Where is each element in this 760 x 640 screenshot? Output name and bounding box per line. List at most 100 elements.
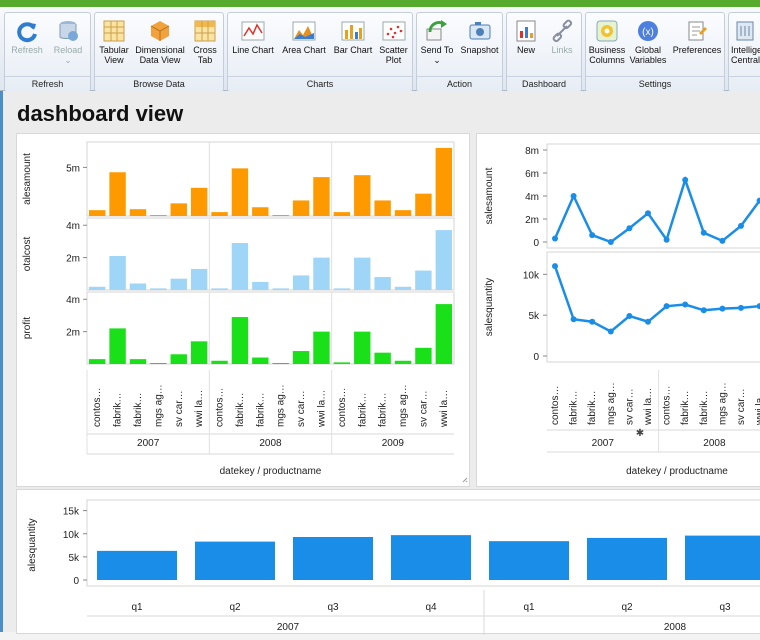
send-to-button[interactable]: Send To ⌄ [418,19,456,65]
bar-profit [190,341,208,364]
data-point-salesquantity [738,304,744,311]
global-variables-icon: (x) [638,21,658,41]
y-tick-label: 5m [66,163,80,174]
refresh-button[interactable]: Refresh [9,19,45,55]
x-tick-label: q2 [229,602,241,613]
quantity-bar-chart-panel[interactable]: alesquantity 15k 10k 5k 0 q1 q2 q3 q4 q1 q2 q3 2007 2… [16,489,760,635]
new-dashboard-button[interactable]: New [510,19,542,55]
ribbon-group-label: Browse Data [95,76,223,91]
ribbon-toolbar: Refresh Reload ⌄ Refresh Tabular View Dim… [0,7,760,92]
plot-area [86,291,455,365]
ribbon-group-label [729,76,760,91]
dashboard-area: dashboard view alesamount 5m otalcost 4m 2m p… [0,91,760,635]
bar-salesquantity [97,550,177,580]
y-axis-label: otalcost [22,237,33,272]
y-axis-label: profit [22,317,33,339]
intelligence-central-button[interactable]: Intelligence Central [731,19,760,65]
x-tick-label: wwi la… [194,390,205,428]
y-tick-label: 10k [523,270,540,281]
scatter-plot-icon [382,21,405,41]
x-tick-label: mgs ag… [398,384,409,427]
business-columns-button[interactable]: Business Columns [587,19,627,65]
bar-chart-button[interactable]: Bar Chart [331,19,375,55]
bar-salesamount [272,215,289,216]
plot-area [86,141,455,217]
y-tick-label: 4m [525,192,539,203]
database-reload-icon [59,21,78,41]
x-tick-label: fabrik… [255,393,266,427]
y-tick-label: 0 [73,576,79,587]
settings-gear-icon: ✱ [636,428,644,439]
area-chart-button[interactable]: Area Chart [278,19,330,55]
bar-profit [435,304,452,364]
snapshot-button[interactable]: Snapshot [457,19,502,55]
plot-area [546,251,760,363]
dimensional-data-view-button[interactable]: Dimensional Data View [133,19,187,65]
ribbon-group-label: Charts [228,76,412,91]
y-tick-label: 8m [525,146,539,157]
x-tick-label: sv car… [624,388,635,425]
link-icon [552,19,573,43]
bar-salesamount [129,209,147,216]
crosstab-icon [194,20,216,42]
send-to-icon [426,20,447,41]
scatter-plot-button[interactable]: Scatter Plot [375,19,412,65]
cross-tab-button[interactable]: Cross Tab [188,19,222,65]
bar-profit [150,363,167,364]
x-tick-label: fabrik… [378,393,389,427]
bar-profit [109,328,126,364]
data-point-salesamount [589,232,596,239]
y-tick-label: 6m [525,169,539,180]
multi-bar-chart: alesamount 5m otalcost 4m 2m profit 4m 2m contos… [22,141,468,483]
data-point-salesamount [738,222,744,229]
x-tick-label: fabrik… [235,393,246,427]
data-point-salesquantity [682,301,689,308]
refresh-icon [17,22,37,43]
data-point-salesquantity [626,312,633,319]
bar-salesamount [354,175,371,216]
bar-salesamount [231,168,249,216]
bar-salesquantity [587,537,667,580]
svg-text:(x): (x) [642,27,654,38]
data-point-salesquantity [589,318,596,325]
bar-totalcost [313,257,330,290]
new-dashboard-icon [516,20,536,42]
x-tick-label: contos… [550,386,561,425]
line-chart-panel[interactable]: salesamount 8m 6m 4m 2m 0 salesquantity 10k 5k 0 c… [476,133,760,487]
y-axis-label: alesamount [22,153,33,205]
year-label: 2008 [703,438,726,449]
bar-totalcost [252,281,269,290]
x-tick-label: sv car… [418,390,429,427]
data-point-salesamount [719,237,726,244]
bar-totalcost [211,288,228,290]
x-tick-label: wwi la… [755,388,760,426]
links-button[interactable]: Links [545,19,579,55]
x-tick-label: q4 [425,602,437,613]
resize-grip-icon [462,477,468,483]
x-tick-label: contos… [92,388,103,427]
y-tick-label: 2m [66,254,80,265]
y-axis-label: salesamount [484,167,495,224]
bar-salesquantity [195,541,275,580]
x-tick-label: wwi la… [643,388,654,426]
global-variables-button[interactable]: (x) Global Variables [628,19,668,65]
x-tick-label: contos… [662,386,673,425]
y-axis-label: alesquantity [27,518,38,571]
multi-bar-chart-panel[interactable]: alesamount 5m otalcost 4m 2m profit 4m 2m contos… [16,133,470,487]
year-label: 2007 [277,622,300,633]
bar-salesamount [333,212,351,216]
quantity-bar-chart: alesquantity 15k 10k 5k 0 q1 q2 q3 q4 q1 q2 q3 2007 2… [27,499,760,635]
year-label: 2008 [664,622,687,633]
bar-profit [170,354,187,364]
bar-totalcost [170,278,187,290]
line-chart-button[interactable]: Line Chart [229,19,277,55]
tabular-view-button[interactable]: Tabular View [96,19,132,65]
x-tick-label: fabrik… [699,391,710,425]
bar-totalcost [272,288,289,290]
bar-salesamount [109,172,126,216]
preferences-button[interactable]: Preferences [670,19,724,55]
ribbon-group-label: Dashboard [507,76,581,91]
bar-profit [415,347,432,364]
reload-button[interactable]: Reload ⌄ [49,19,87,65]
business-columns-icon [596,20,618,42]
